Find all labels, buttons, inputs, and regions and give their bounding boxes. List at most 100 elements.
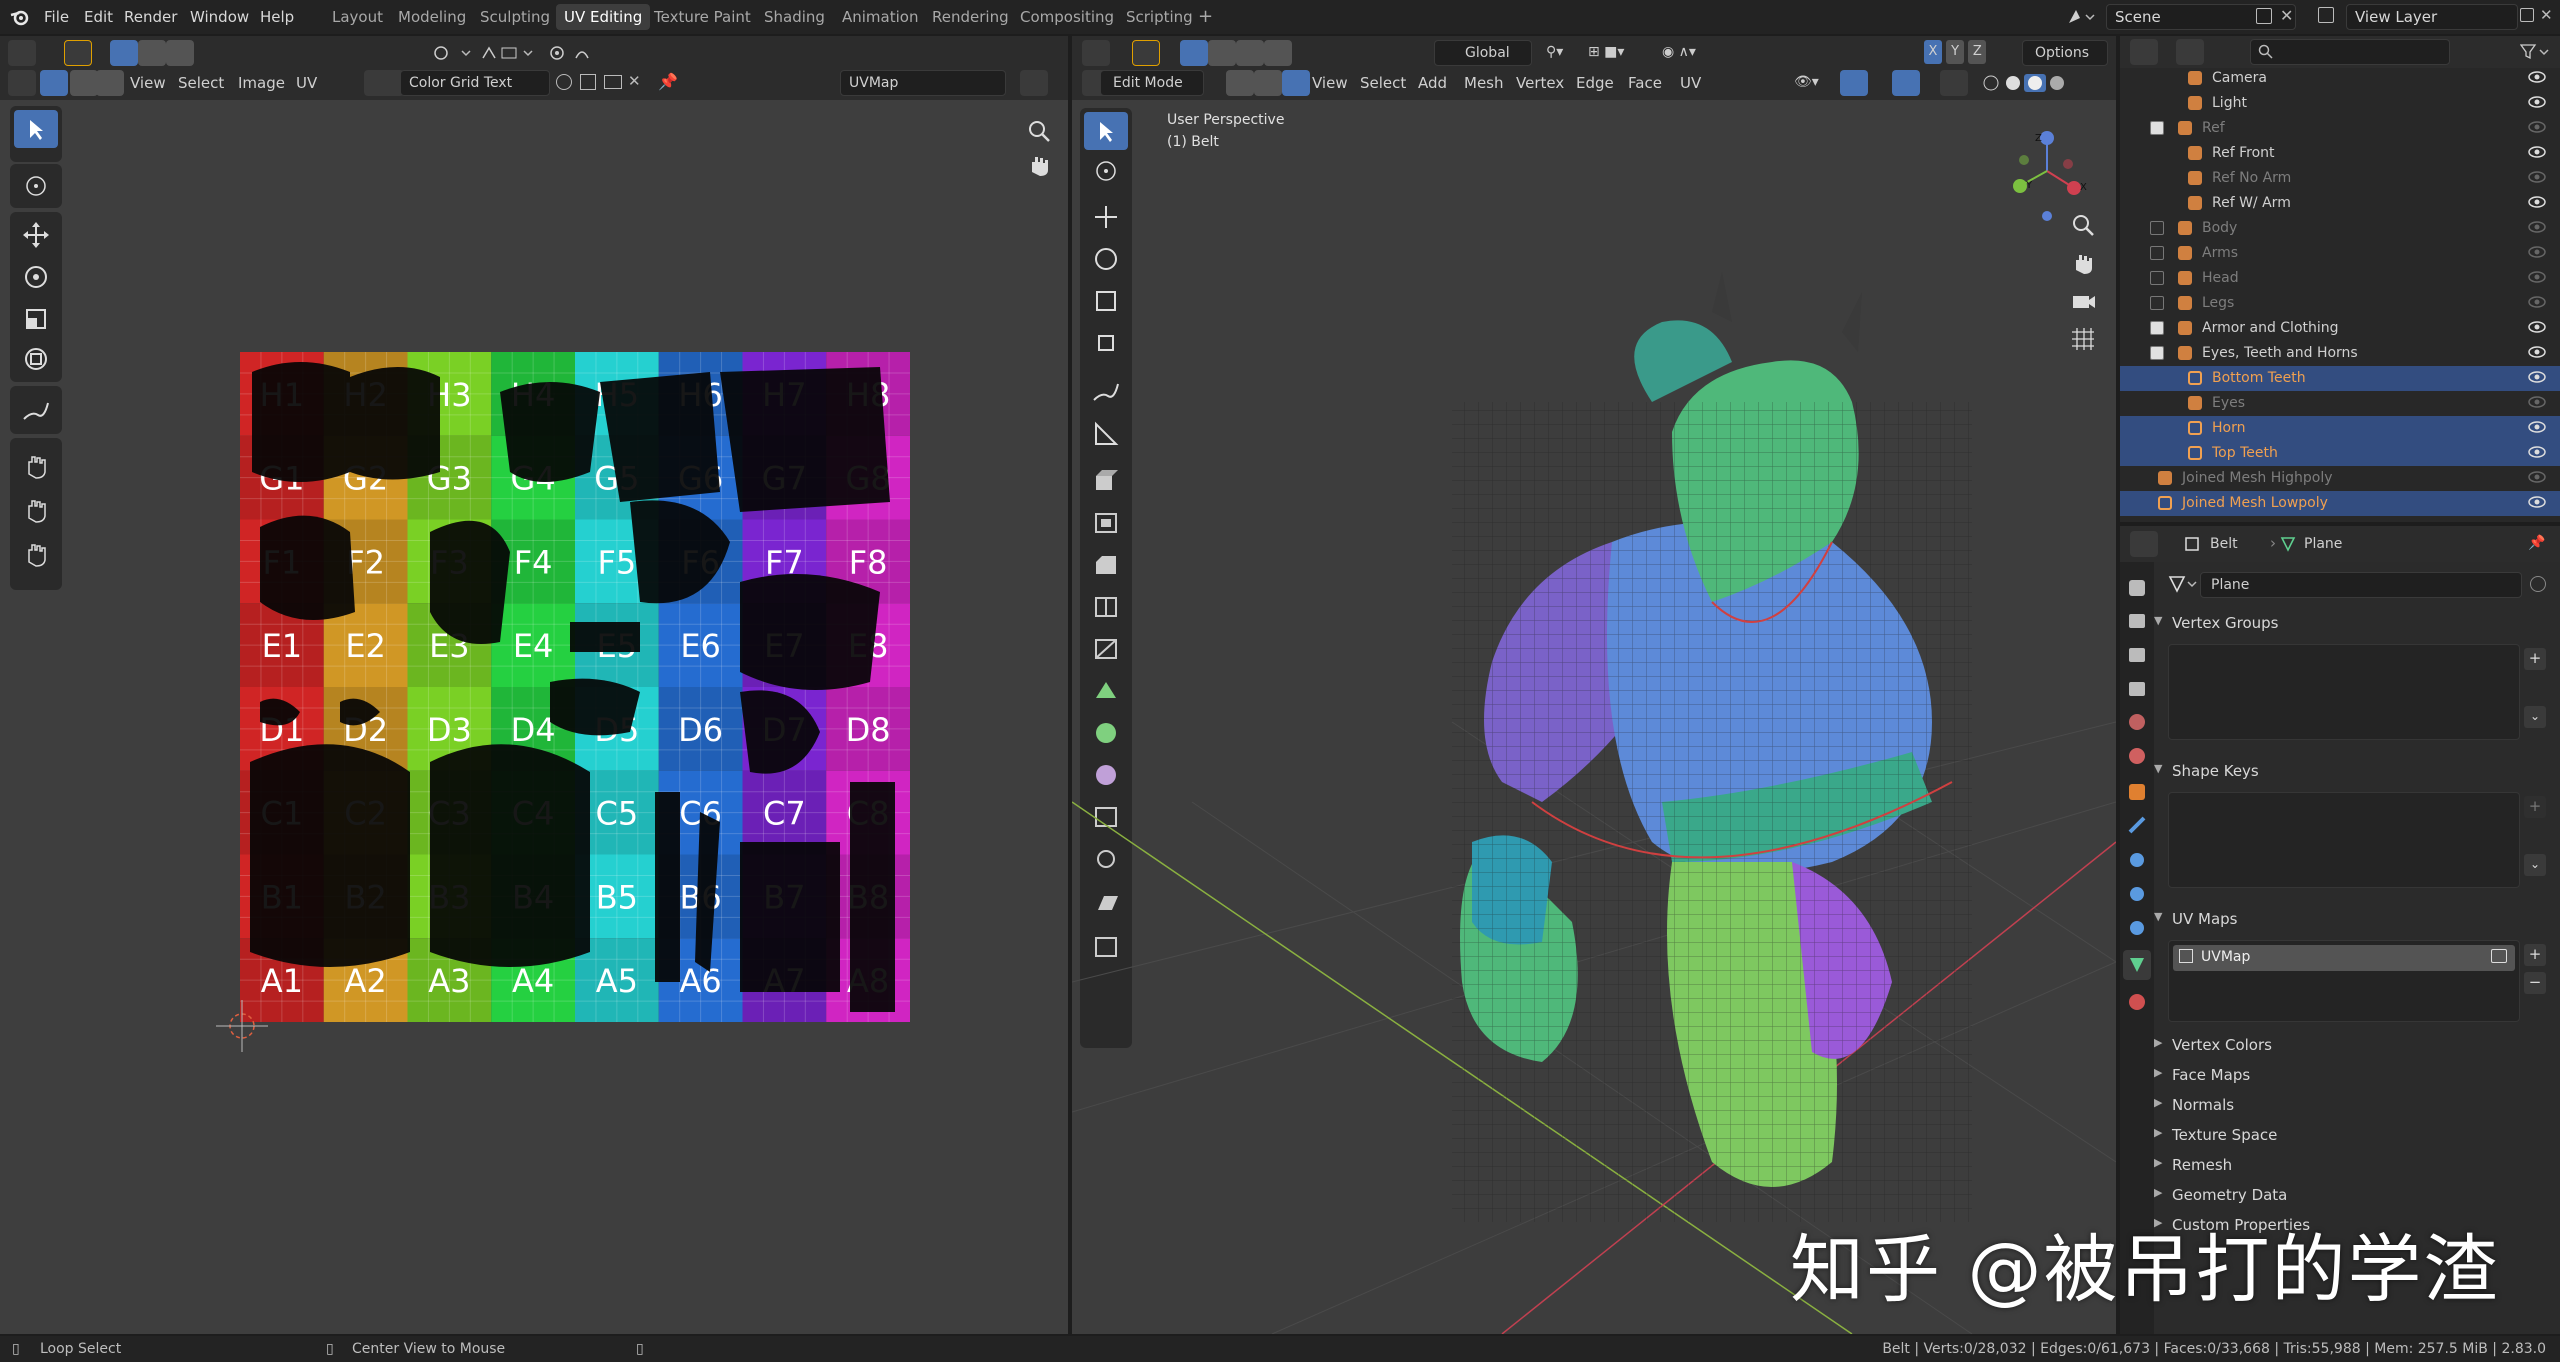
active-render-icon[interactable] — [2491, 949, 2507, 963]
visibility-eye-icon[interactable] — [2528, 445, 2546, 459]
viewport-mode-set-icon[interactable] — [1180, 40, 1208, 66]
shape-keys-list[interactable] — [2168, 792, 2520, 888]
uv-menu-uv[interactable]: UV — [296, 74, 317, 92]
visibility-eye-icon[interactable] — [2528, 470, 2546, 484]
viewport-menu-vertex[interactable]: Vertex — [1516, 74, 1564, 92]
viewport-editor-type-icon[interactable] — [1082, 40, 1110, 66]
uv-island[interactable] — [740, 842, 840, 992]
visibility-eye-icon[interactable] — [2528, 345, 2546, 359]
tab-uv-editing[interactable]: UV Editing — [556, 4, 651, 30]
viewport-menu-mesh[interactable]: Mesh — [1464, 74, 1504, 92]
visibility-eye-icon[interactable] — [2528, 270, 2546, 284]
outliner-item[interactable]: Ref W/ Arm — [2120, 191, 2560, 216]
edge-select-icon[interactable] — [96, 70, 124, 96]
outliner-item[interactable]: Head — [2120, 266, 2560, 291]
outliner-item[interactable]: Legs — [2120, 291, 2560, 316]
outliner-item[interactable]: Ref Front — [2120, 141, 2560, 166]
shape-key-specials-button[interactable]: ⌄ — [2524, 854, 2546, 876]
view-layer-field[interactable]: View Layer — [2346, 4, 2518, 30]
tab-shading[interactable]: Shading — [756, 4, 833, 30]
mesh-data-browse-icon[interactable] — [2168, 574, 2198, 594]
new-scene-icon[interactable] — [2256, 8, 2272, 24]
add-workspace-button[interactable]: + — [1190, 4, 1221, 30]
unlink-image-icon[interactable]: ✕ — [628, 72, 641, 90]
vp-zoom-icon[interactable] — [2068, 210, 2098, 240]
visibility-eye-icon[interactable] — [2528, 95, 2546, 109]
filter-icon[interactable] — [2520, 43, 2550, 61]
new-image-icon[interactable] — [580, 74, 596, 90]
tab-scripting[interactable]: Scripting — [1118, 4, 1201, 30]
fake-user-icon[interactable] — [556, 74, 572, 90]
camera-view-icon[interactable] — [2068, 286, 2098, 316]
vertex-groups-list[interactable] — [2168, 644, 2520, 740]
visibility-icon[interactable]: 👁▾ — [1794, 74, 1819, 90]
viewport-mode-invert-icon[interactable] — [1264, 40, 1292, 66]
face-maps-panel-header[interactable]: ▶ Face Maps — [2154, 1062, 2550, 1092]
new-view-layer-icon[interactable] — [2520, 8, 2534, 22]
viewport-mode-extend-icon[interactable] — [1208, 40, 1236, 66]
transform-orientation-dropdown[interactable]: Global — [1434, 40, 1532, 66]
pan-view-icon[interactable] — [1024, 150, 1054, 180]
mode-set-icon[interactable] — [110, 40, 138, 66]
exclude-checkbox[interactable] — [2150, 221, 2164, 235]
add-uv-map-button[interactable]: + — [2524, 944, 2546, 966]
pivot-point-icon[interactable]: ⚲▾ — [1546, 44, 1563, 60]
visibility-eye-icon[interactable] — [2528, 70, 2546, 84]
texture-space-panel-header[interactable]: ▶ Texture Space — [2154, 1122, 2550, 1152]
uv-island[interactable] — [550, 678, 640, 736]
uv-island[interactable] — [740, 574, 880, 690]
image-name-field[interactable]: Color Grid Text — [400, 70, 550, 96]
cursor-tool-icon[interactable] — [14, 167, 58, 205]
overlay-toggle-icon[interactable] — [1892, 70, 1920, 96]
zoom-view-icon[interactable] — [1024, 116, 1054, 146]
outliner-item[interactable]: Eyes — [2120, 391, 2560, 416]
ortho-toggle-icon[interactable] — [2068, 324, 2098, 354]
open-image-icon[interactable] — [604, 75, 622, 89]
viewport-scene[interactable] — [1072, 102, 2116, 1334]
uv-island[interactable] — [500, 382, 600, 482]
select-tool-icon[interactable] — [14, 110, 58, 148]
pivot-icon[interactable] — [432, 44, 482, 62]
exclude-checkbox[interactable] — [2150, 246, 2164, 260]
outliner-item[interactable]: Joined Mesh Lowpoly — [2120, 491, 2560, 516]
tab-modeling[interactable]: Modeling — [390, 4, 474, 30]
rotate-tool-icon[interactable] — [14, 258, 58, 296]
uv-island[interactable] — [252, 362, 350, 482]
blender-logo-icon[interactable] — [10, 8, 30, 26]
uv-island[interactable] — [600, 372, 720, 502]
add-vertex-group-button[interactable]: + — [2524, 648, 2546, 670]
uv-2d-cursor-icon[interactable] — [212, 996, 272, 1056]
add-shape-key-button[interactable]: + — [2524, 796, 2546, 818]
uv-sync-icon[interactable] — [40, 70, 68, 96]
visibility-eye-icon[interactable] — [2528, 495, 2546, 509]
viewport-menu-uv[interactable]: UV — [1680, 74, 1701, 92]
exclude-checkbox[interactable] — [2150, 296, 2164, 310]
visibility-eye-icon[interactable] — [2528, 420, 2546, 434]
pin-properties-icon[interactable]: 📌 — [2528, 535, 2545, 551]
uv-island[interactable] — [850, 782, 895, 1012]
select-box-tool-icon[interactable] — [64, 40, 92, 66]
visibility-eye-icon[interactable] — [2528, 195, 2546, 209]
editor-type-dropdown[interactable] — [8, 40, 36, 66]
gizmo-toggle-icon[interactable] — [1840, 70, 1868, 96]
mode-subtract-icon[interactable] — [166, 40, 194, 66]
outliner-item[interactable]: Horn — [2120, 416, 2560, 441]
visibility-eye-icon[interactable] — [2528, 245, 2546, 259]
edge-mode-icon[interactable] — [1254, 70, 1282, 96]
uv-texture-grid[interactable]: H1H2H3H4H5H6H7H8G1G2G3G4G5G6G7G8F1F2F3F4… — [240, 352, 910, 1022]
3d-viewport[interactable]: Global ⚲▾ ⊞ ■▾ ◉ ∧▾ Options Edit Mode Vi… — [1072, 36, 2116, 1334]
display-mode-icon[interactable] — [2176, 39, 2204, 65]
menu-edit[interactable]: Edit — [84, 8, 113, 26]
uv-island[interactable] — [570, 622, 640, 652]
face-mode-icon[interactable] — [1282, 70, 1310, 96]
viewport-snap-icon[interactable]: ⊞ ■▾ — [1588, 44, 1624, 60]
vertex-select-icon[interactable] — [70, 70, 98, 96]
grab-tool-icon[interactable] — [14, 446, 58, 484]
tab-rendering[interactable]: Rendering — [924, 4, 1017, 30]
exclude-checkbox[interactable] — [2150, 346, 2164, 360]
image-browse-icon[interactable] — [364, 70, 404, 96]
pin-icon[interactable]: 📌 — [658, 72, 678, 91]
visibility-eye-icon[interactable] — [2528, 370, 2546, 384]
uv-menu-select[interactable]: Select — [178, 74, 224, 92]
exclude-checkbox[interactable] — [2150, 321, 2164, 335]
